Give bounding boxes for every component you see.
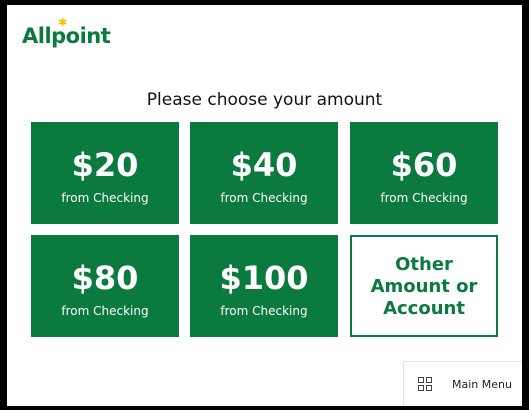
main-menu-button[interactable]: Main Menu bbox=[403, 361, 522, 406]
amount-label: $40 bbox=[230, 146, 298, 184]
amount-40-button[interactable]: $40 from Checking bbox=[190, 122, 338, 224]
amount-label: $100 bbox=[219, 259, 309, 297]
page-title: Please choose your amount bbox=[146, 90, 383, 110]
source-label: from Checking bbox=[220, 191, 308, 205]
amount-80-button[interactable]: $80 from Checking bbox=[31, 235, 179, 337]
amount-60-button[interactable]: $60 from Checking bbox=[350, 122, 498, 224]
source-label: from Checking bbox=[61, 304, 149, 318]
main-menu-label: Main Menu bbox=[452, 377, 512, 391]
source-label: from Checking bbox=[380, 191, 468, 205]
amount-label: $20 bbox=[71, 146, 139, 184]
source-label: from Checking bbox=[220, 304, 308, 318]
logo-star-icon: ✱ bbox=[58, 16, 68, 29]
other-amount-button[interactable]: Other Amount or Account bbox=[350, 235, 498, 337]
grid-icon bbox=[418, 377, 432, 391]
amount-label: $80 bbox=[71, 259, 139, 297]
amount-100-button[interactable]: $100 from Checking bbox=[190, 235, 338, 337]
source-label: from Checking bbox=[61, 191, 149, 205]
other-amount-label: Other Amount or Account bbox=[370, 254, 478, 319]
amount-20-button[interactable]: $20 from Checking bbox=[31, 122, 179, 224]
amount-label: $60 bbox=[390, 146, 458, 184]
